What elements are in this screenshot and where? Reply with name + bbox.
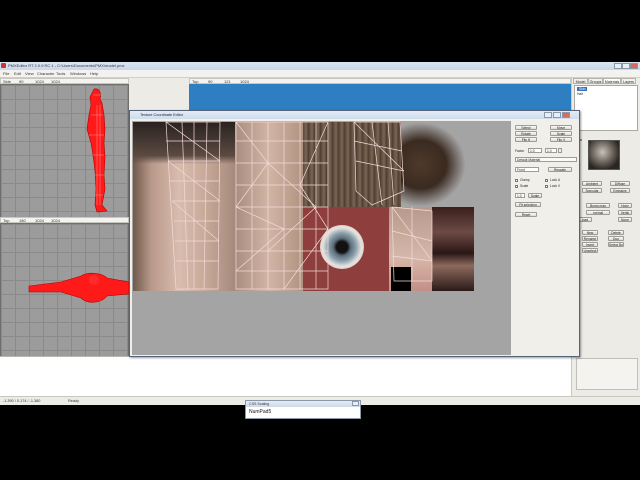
window-title: PMXEditor RT 2.0.9 RC 1 - C:\Users\Docum…: [8, 63, 125, 68]
unselect-button[interactable]: Unselect: [582, 248, 598, 253]
status-coordinates: -1.390 / 0.174 / -1.380: [3, 399, 41, 403]
menu-bar: File Edit View Character Tools Windows H…: [0, 70, 640, 78]
scale-label: Scale: [520, 184, 529, 188]
lock-u-checkbox[interactable]: [545, 179, 548, 182]
lock-v-label: Lock V: [550, 184, 561, 188]
dup-button[interactable]: Dup: [608, 236, 624, 241]
rotate-button[interactable]: Rotate: [515, 131, 537, 136]
flip-v-button[interactable]: Flip V: [550, 137, 572, 142]
menu-edit[interactable]: Edit: [14, 71, 21, 76]
reset-button[interactable]: Reset: [515, 212, 537, 217]
lock-u-label: Lock U: [550, 178, 561, 182]
factor-label: Factor: [515, 149, 525, 153]
texture-coordinate-editor: Texture Coordinate Editor Select Move Ro…: [129, 110, 580, 357]
minimize-button[interactable]: [614, 63, 622, 69]
apply-scale-button[interactable]: Scale: [528, 193, 542, 198]
fit-selection-button[interactable]: Fit selection: [515, 202, 541, 207]
top-model: [28, 272, 130, 303]
bump-map-button[interactable]: Bump map: [586, 203, 610, 208]
flip-h-button[interactable]: Flip H: [515, 137, 537, 142]
rescale-button[interactable]: Rescale: [548, 167, 572, 172]
menu-tools[interactable]: Tools: [56, 71, 65, 76]
output-log[interactable]: [0, 356, 571, 397]
side-model: [86, 88, 108, 213]
key-overlay: CSS Scaling NumPad5: [245, 400, 361, 419]
tab-layers[interactable]: Layers: [621, 78, 636, 84]
view-select[interactable]: Front: [515, 167, 539, 172]
tab-materials[interactable]: Materials: [603, 78, 621, 84]
none-button[interactable]: None: [618, 217, 632, 222]
dialog-title-bar: Texture Coordinate Editor: [130, 111, 579, 119]
horiz-button[interactable]: Horiz: [618, 203, 632, 208]
rename-button[interactable]: Rename: [582, 236, 598, 241]
clamp-label: Clamp: [520, 178, 530, 182]
specular-button[interactable]: Specular: [582, 188, 602, 193]
menu-help[interactable]: Help: [90, 71, 98, 76]
uv-canvas[interactable]: [132, 121, 511, 355]
lock-v-checkbox[interactable]: [545, 185, 548, 188]
delete-button[interactable]: Delete: [608, 230, 624, 235]
material-dropdown[interactable]: Default Material: [515, 157, 577, 162]
status-state: Ready: [68, 399, 79, 403]
key-overlay-value: NumPad5: [249, 409, 272, 415]
dialog-close-button[interactable]: [562, 112, 570, 118]
side-viewport[interactable]: [0, 84, 129, 218]
dialog-maximize-button[interactable]: [553, 112, 561, 118]
move-button[interactable]: Move: [550, 125, 572, 130]
normal-button[interactable]: normal: [586, 210, 610, 215]
key-overlay-close-button[interactable]: [352, 401, 359, 406]
panel-footer: [576, 358, 638, 390]
ambient-button[interactable]: Ambient: [582, 181, 602, 186]
new-button[interactable]: New: [582, 230, 598, 235]
menu-windows[interactable]: Windows: [70, 71, 86, 76]
factor-step-input[interactable]: 1.0: [545, 148, 557, 153]
maximize-button[interactable]: [622, 63, 630, 69]
title-bar: PMXEditor RT 2.0.9 RC 1 - C:\Users\Docum…: [0, 62, 640, 70]
tab-groups[interactable]: Groups: [588, 78, 603, 84]
clamp-checkbox[interactable]: [515, 179, 518, 182]
material-list[interactable]: Skin Hair: [574, 85, 638, 131]
key-overlay-title: CSS Scaling: [249, 402, 270, 406]
dialog-minimize-button[interactable]: [544, 112, 552, 118]
app-logo-icon: [1, 63, 6, 68]
menu-view[interactable]: View: [25, 71, 34, 76]
load-button[interactable]: load: [578, 217, 592, 222]
scale-value-input[interactable]: 1.0: [515, 193, 525, 198]
factor-input[interactable]: 1.0: [528, 148, 542, 153]
menu-character[interactable]: Character: [37, 71, 55, 76]
tab-model[interactable]: Model: [573, 78, 588, 84]
menu-file[interactable]: File: [3, 71, 9, 76]
material-preview: [588, 140, 620, 170]
emissive-button[interactable]: Emissive: [610, 188, 630, 193]
scale-button[interactable]: Scale: [550, 131, 572, 136]
diffuse-button[interactable]: Diffuse: [610, 181, 630, 186]
scale-checkbox[interactable]: [515, 185, 518, 188]
list-item[interactable]: Hair: [577, 92, 583, 96]
key-overlay-title-bar: CSS Scaling: [246, 401, 360, 407]
list-item[interactable]: Skin: [577, 87, 588, 91]
select-by-button[interactable]: Select By: [608, 242, 624, 247]
right-panel: Model Groups Materials Layers Skin Hair …: [571, 78, 640, 396]
select-button[interactable]: Select: [515, 125, 537, 130]
vertic-button[interactable]: Vertic: [618, 210, 632, 215]
close-button[interactable]: [630, 63, 638, 69]
top-viewport[interactable]: [0, 223, 130, 357]
spinner-icon[interactable]: [558, 148, 562, 153]
invert-button[interactable]: Invert: [582, 242, 598, 247]
dialog-title: Texture Coordinate Editor: [140, 113, 184, 117]
uv-wireframe: [165, 121, 433, 290]
